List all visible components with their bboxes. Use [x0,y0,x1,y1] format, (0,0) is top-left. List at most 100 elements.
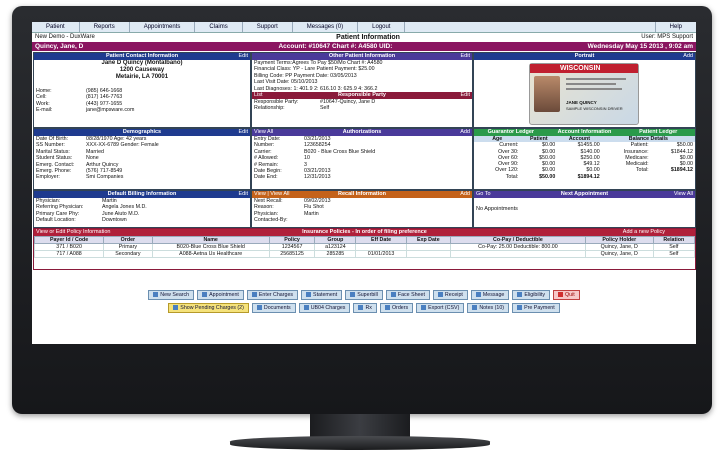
appointment-header: Go To Next Appointment View All [474,191,695,198]
message-button[interactable]: Message [470,290,510,300]
contact-row: E-mail: jane@mpsware.com [34,107,250,113]
policy-col: Group [314,236,357,244]
button-label: Show Pending Charges (2) [180,305,244,311]
quit-button[interactable]: Quit [553,290,580,300]
other-header-label: Other Patient Information [328,53,396,59]
license-state: WISCONSIN [530,64,638,73]
menu-claims[interactable]: Claims [195,22,243,32]
button-label: Quit [565,292,575,298]
button-label: Appointment [209,292,239,298]
patient-ledger-link[interactable]: Patient Ledger [621,129,695,136]
ub04-charges-button[interactable]: UB04 Charges [298,303,351,313]
practice-name: New Demo - DuxWare [35,34,95,40]
menu-patient[interactable]: Patient [32,22,80,32]
menu-logout[interactable]: Logout [358,22,406,32]
demographics-edit-link[interactable]: Edit [239,129,248,136]
policy-row[interactable]: 717 / A088 Secondary A088-Aetna Us Healt… [34,250,695,258]
notes-button[interactable]: Notes (10) [467,303,510,313]
page-title: Patient Information [336,34,400,41]
policy-header-label: Insurance Policies - In order of filing … [302,229,427,235]
ledger-cell: $50.00 [539,173,556,180]
export-icon [421,305,427,311]
policy-cell: 25685125 [268,250,316,258]
billing-edit-link[interactable]: Edit [239,191,248,198]
portrait-header: Portrait Add [474,53,695,60]
button-label: Enter Charges [258,292,294,298]
button-label: Face Sheet [397,292,425,298]
face-sheet-button[interactable]: Face Sheet [385,290,430,300]
license-card: WISCONSIN JANE QUINCY SAMPLE WISCONSIN D… [529,63,639,125]
auth-add-link[interactable]: Add [460,129,470,136]
menu-messages[interactable]: Messages (0) [293,22,359,32]
recall-header: View | View All Recall Information Add [252,191,472,198]
policy-row[interactable]: 371 / B020 Primary B020-Blue Cross Blue … [34,243,695,251]
appointment-button[interactable]: Appointment [197,290,244,300]
receipt-button[interactable]: Receipt [432,290,468,300]
contact-header-label: Patient Contact Information [105,53,179,59]
menu-reports[interactable]: Reports [80,22,130,32]
monitor-neck [310,414,410,438]
contact-panel: Patient Contact Information Edit Jane D Q… [33,52,251,128]
appt-goto-link[interactable]: Go To [476,191,491,198]
patient-name: Quincy, Jane, D [35,43,84,50]
pending-charges-button[interactable]: Show Pending Charges (2) [168,303,249,313]
portrait-header-label: Portrait [574,53,595,59]
auth-view-all-link[interactable]: View All [254,129,273,136]
guarantor-ledger-link[interactable]: Guarantor Ledger [474,129,548,136]
portrait-panel: Portrait Add WISCONSIN JANE QUINCY SAMPLE… [473,52,696,128]
policy-col: Exp Date [405,236,451,244]
receipt-icon [437,292,443,298]
policy-cell: Quincy, Jane, D [584,243,654,251]
policy-cell [405,250,451,258]
policy-cell: A088-Aetna Us Healthcare [151,250,270,258]
appt-header-label: Next Appointment [560,191,609,197]
menu-support[interactable]: Support [243,22,293,32]
recall-add-link[interactable]: Add [460,191,470,198]
button-label: UB04 Charges [310,305,346,311]
export-csv-button[interactable]: Export (CSV) [416,303,465,313]
notes-icon [472,305,478,311]
menu-help[interactable]: Help [654,22,696,32]
policy-cell [405,243,451,251]
button-label: Receipt [444,292,463,298]
license-name: JANE QUINCY [566,100,597,105]
billing-header-label: Default Billing Information [107,191,177,197]
demographics-row: Employer: Smi Companies [34,174,250,180]
pre-payment-button[interactable]: Pre Payment [512,303,560,313]
auth-header-label: Authorizations [342,129,382,135]
rx-button[interactable]: Rx [353,303,377,313]
demographics-label: Employer: [36,174,60,181]
account-information-link[interactable]: Account Information [547,129,622,136]
superbill-button[interactable]: Superbill [345,290,383,300]
policy-view-link[interactable]: View or Edit Policy Information [36,229,111,236]
recall-row: Contacted-By: [252,217,472,223]
ledger-cell: Total: [505,173,519,180]
recall-value [304,217,472,223]
other-header: Other Patient Information Edit [252,53,472,60]
authorizations-panel: View All Authorizations Add Entry Date: 03/… [251,128,473,190]
recall-view-link[interactable]: View | View All [254,191,289,198]
new-search-button[interactable]: New Search [148,290,195,300]
button-label: Statement [313,292,338,298]
policy-add-link[interactable]: Add a new Policy [623,229,665,236]
appt-view-all-link[interactable]: View All [674,191,693,198]
appointment-panel: Go To Next Appointment View All No Appoint… [473,190,696,228]
other-edit-link[interactable]: Edit [461,53,470,60]
eligibility-button[interactable]: Eligibility [512,290,550,300]
ledger-cell: $1894.12 [577,173,600,180]
responsible-edit-link[interactable]: Edit [461,92,470,99]
enter-charges-button[interactable]: Enter Charges [246,290,299,300]
auth-label: Date End: [254,174,278,181]
portrait-add-link[interactable]: Add [683,53,693,60]
documents-button[interactable]: Documents [251,303,296,313]
contact-edit-link[interactable]: Edit [239,53,248,60]
policy-col: Policy [268,236,316,244]
orders-button[interactable]: Orders [379,303,414,313]
responsible-list-link[interactable]: List [254,92,263,99]
policy-cell [449,250,586,258]
button-label: Superbill [357,292,378,298]
statement-button[interactable]: Statement [301,290,343,300]
policy-col: Policy Holder [584,236,654,244]
menu-appointments[interactable]: Appointments [130,22,196,32]
policy-cell: 717 / A088 [34,250,105,258]
